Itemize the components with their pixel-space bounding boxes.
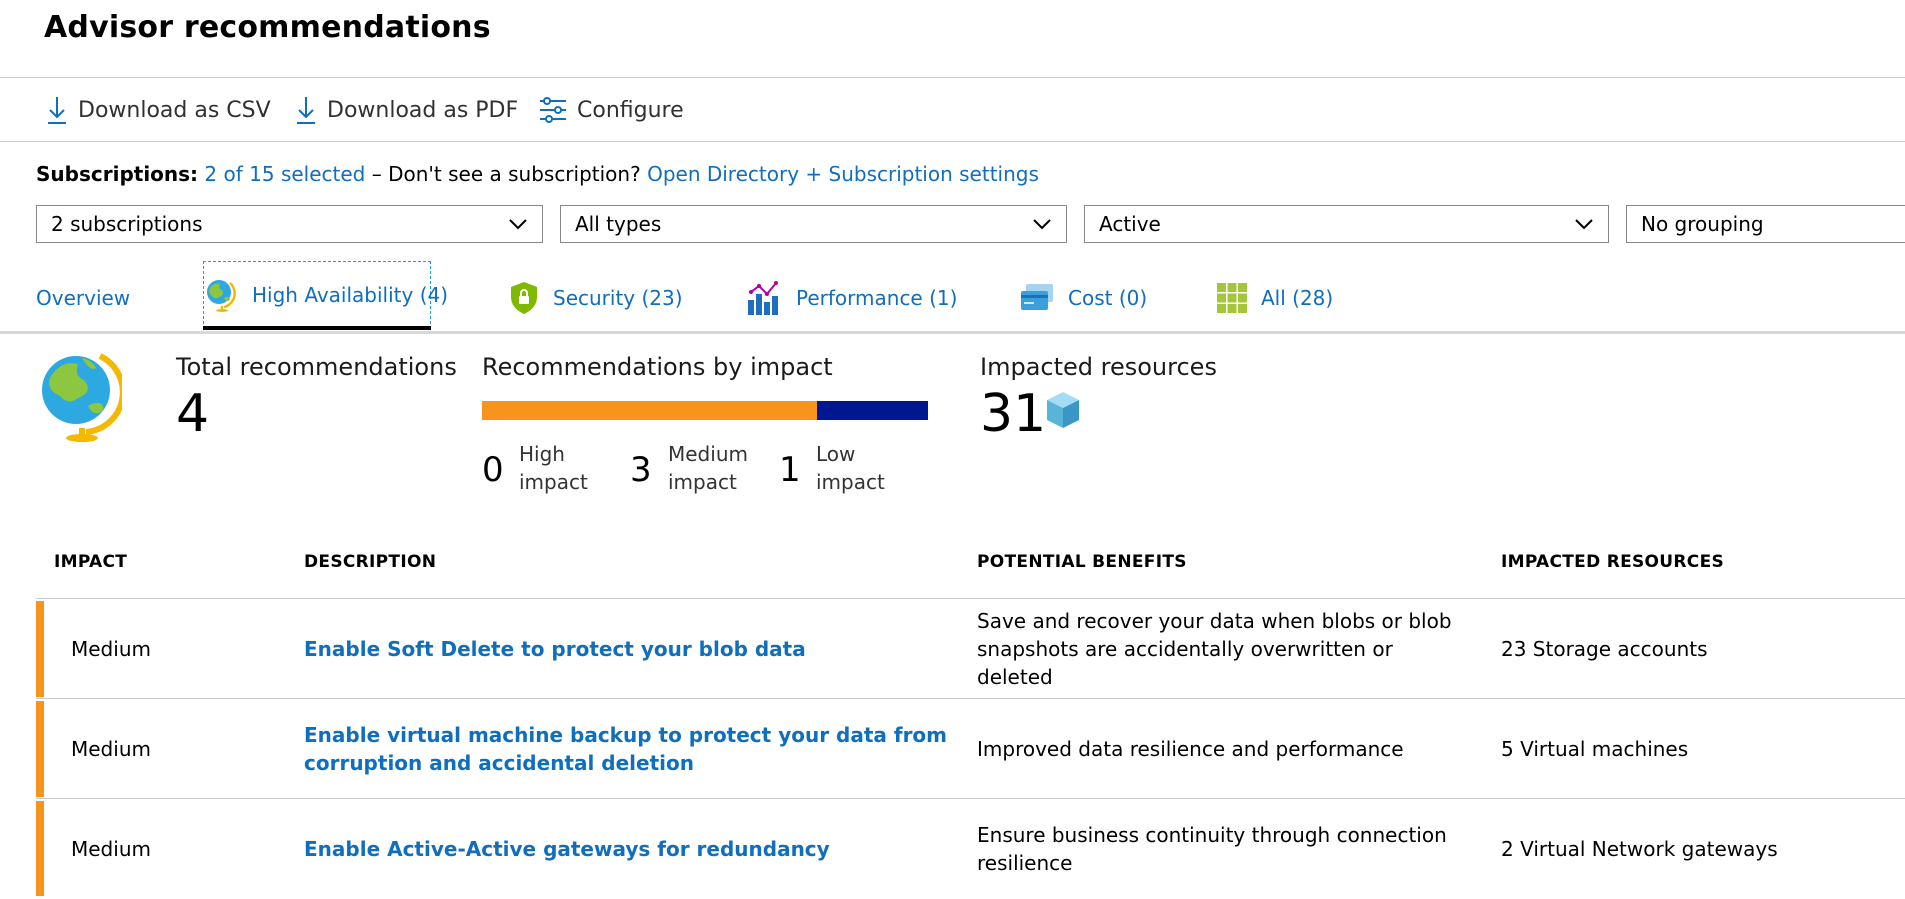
grouping-dropdown[interactable]: No grouping <box>1626 205 1905 243</box>
high-impact-label-line: High <box>519 442 565 466</box>
chevron-down-icon <box>1033 219 1051 230</box>
row-description: Enable virtual machine backup to protect… <box>304 699 964 799</box>
subscriptions-dropdown[interactable]: 2 subscriptions <box>36 205 543 243</box>
subscriptions-label: Subscriptions: <box>36 162 199 186</box>
tab-security[interactable]: Security (23) <box>509 278 683 318</box>
tab-label: Performance (1) <box>796 286 958 310</box>
recommendation-link[interactable]: Enable virtual machine backup to protect… <box>304 721 964 777</box>
medium-impact-count: 3 <box>630 450 652 490</box>
chevron-down-icon <box>1575 219 1593 230</box>
column-header-description[interactable]: DESCRIPTION <box>304 552 436 572</box>
row-description: Enable Active-Active gateways for redund… <box>304 799 964 899</box>
recommendation-link[interactable]: Enable Soft Delete to protect your blob … <box>304 635 806 663</box>
impact-bar-medium-segment <box>482 401 817 420</box>
download-csv-label: Download as CSV <box>78 97 271 123</box>
impacted-resources-value: 31 <box>980 384 1047 444</box>
recommendations-by-impact-label: Recommendations by impact <box>482 353 833 381</box>
medium-impact-label: Medium impact <box>668 440 748 496</box>
tab-cost[interactable]: Cost (0) <box>1020 278 1147 318</box>
download-pdf-button[interactable]: Download as PDF <box>295 94 518 126</box>
globe-icon <box>204 278 238 312</box>
column-header-resources[interactable]: IMPACTED RESOURCES <box>1501 552 1724 572</box>
high-impact-label-line: impact <box>519 470 588 494</box>
active-tab-underline <box>203 326 431 330</box>
tab-label: Cost (0) <box>1068 286 1148 310</box>
row-benefits: Improved data resilience and performance <box>977 737 1404 761</box>
high-impact-label: High impact <box>519 440 588 496</box>
title-divider <box>0 77 1905 78</box>
total-recommendations-label: Total recommendations <box>176 353 457 381</box>
row-resources: 5 Virtual machines <box>1501 737 1689 761</box>
low-impact-label: Low impact <box>816 440 885 496</box>
row-resources: 23 Storage accounts <box>1501 637 1708 661</box>
tab-label: Security (23) <box>553 286 683 310</box>
tab-label: High Availability (4) <box>252 283 449 307</box>
impact-indicator-medium <box>36 701 44 797</box>
row-benefits: Save and recover your data when blobs or… <box>977 609 1452 689</box>
download-icon <box>48 97 66 124</box>
subscriptions-bar: Subscriptions: 2 of 15 selected – Don't … <box>36 162 1039 186</box>
tab-bar-divider <box>0 331 1905 334</box>
impact-bar-low-segment <box>816 401 928 420</box>
download-csv-button[interactable]: Download as CSV <box>46 94 271 126</box>
impact-indicator-medium <box>36 801 44 896</box>
subscriptions-prompt: – Don't see a subscription? <box>371 162 641 186</box>
types-dropdown-value: All types <box>575 212 662 236</box>
toolbar-divider <box>0 141 1905 142</box>
total-recommendations-value: 4 <box>176 384 210 444</box>
tab-label: Overview <box>36 286 131 310</box>
tab-overview[interactable]: Overview <box>36 278 130 318</box>
column-header-impact[interactable]: IMPACT <box>54 552 127 572</box>
cube-icon <box>1045 390 1081 434</box>
column-header-benefits[interactable]: POTENTIAL BENEFITS <box>977 552 1187 572</box>
row-impact: Medium <box>71 637 151 661</box>
row-resources: 2 Virtual Network gateways <box>1501 837 1778 861</box>
tab-all[interactable]: All (28) <box>1217 278 1333 318</box>
medium-impact-label-line: Medium <box>668 442 748 466</box>
row-benefits: Ensure business continuity through conne… <box>977 823 1447 875</box>
medium-impact-label-line: impact <box>668 470 737 494</box>
recommendation-link[interactable]: Enable Active-Active gateways for redund… <box>304 835 830 863</box>
configure-label: Configure <box>577 97 684 123</box>
download-icon <box>297 97 315 124</box>
grouping-dropdown-value: No grouping <box>1641 212 1764 236</box>
low-impact-label-line: impact <box>816 470 885 494</box>
chevron-down-icon <box>509 219 527 230</box>
low-impact-label-line: Low <box>816 442 856 466</box>
download-pdf-label: Download as PDF <box>327 97 519 123</box>
tab-performance[interactable]: Performance (1) <box>746 278 957 318</box>
types-dropdown[interactable]: All types <box>560 205 1067 243</box>
tab-label: All (28) <box>1261 286 1334 310</box>
globe-icon <box>38 350 126 446</box>
configure-button[interactable]: Configure <box>539 94 684 126</box>
credit-card-icon <box>1020 283 1054 313</box>
status-dropdown-value: Active <box>1099 212 1161 236</box>
status-dropdown[interactable]: Active <box>1084 205 1609 243</box>
impacted-resources-label: Impacted resources <box>980 353 1217 381</box>
high-impact-count: 0 <box>482 450 504 490</box>
grid-icon <box>1217 283 1247 313</box>
row-impact: Medium <box>71 837 151 861</box>
tab-high-availability[interactable]: High Availability (4) <box>203 261 448 329</box>
impact-bar <box>482 401 928 420</box>
subscriptions-dropdown-value: 2 subscriptions <box>51 212 203 236</box>
page-title: Advisor recommendations <box>44 10 491 45</box>
subscription-settings-link[interactable]: Open Directory + Subscription settings <box>647 162 1039 186</box>
subscriptions-selected-link[interactable]: 2 of 15 selected <box>204 162 365 186</box>
shield-lock-icon <box>509 281 539 315</box>
bar-chart-icon <box>746 280 782 316</box>
sliders-icon <box>540 97 566 123</box>
row-impact: Medium <box>71 737 151 761</box>
low-impact-count: 1 <box>779 450 801 490</box>
row-description: Enable Soft Delete to protect your blob … <box>304 599 964 699</box>
impact-indicator-medium <box>36 601 44 697</box>
